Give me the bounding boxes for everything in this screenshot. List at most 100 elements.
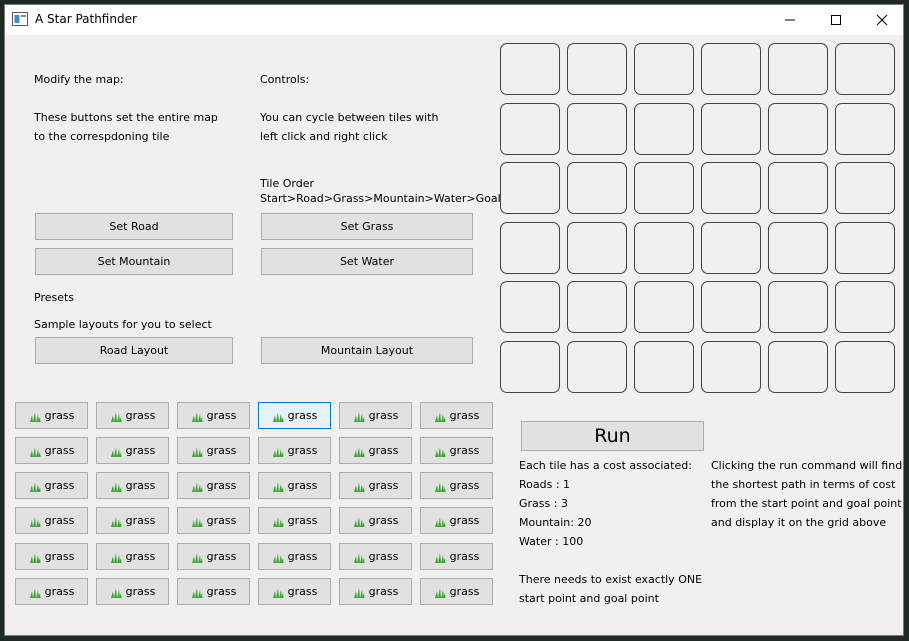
close-button[interactable] [859, 5, 905, 35]
tile-button[interactable]: grass [15, 543, 88, 570]
tile-button[interactable]: grass [15, 472, 88, 499]
path-cell [500, 103, 560, 155]
close-icon [876, 14, 888, 26]
tile-label: grass [368, 585, 399, 598]
mountain-layout-button[interactable]: Mountain Layout [261, 337, 473, 364]
tile-button[interactable]: grass [420, 578, 493, 605]
tile-button[interactable]: grass [15, 402, 88, 429]
grass-icon [353, 516, 365, 527]
minimize-button[interactable] [767, 5, 813, 35]
tile-order-label: Tile Order [260, 177, 315, 190]
tile-label: grass [125, 514, 156, 527]
tile-button[interactable]: grass [258, 507, 331, 534]
tile-button[interactable]: grass [177, 543, 250, 570]
path-cell [768, 103, 828, 155]
set-mountain-button[interactable]: Set Mountain [35, 248, 233, 275]
tile-button[interactable]: grass [339, 437, 412, 464]
tile-label: grass [125, 479, 156, 492]
path-cell [701, 341, 761, 393]
grass-icon [353, 552, 365, 563]
grass-icon [110, 446, 122, 457]
tile-label: grass [206, 444, 237, 457]
tile-button[interactable]: grass [96, 437, 169, 464]
maximize-button[interactable] [813, 5, 859, 35]
grass-icon [29, 516, 41, 527]
grass-icon [191, 516, 203, 527]
tile-button[interactable]: grass [420, 507, 493, 534]
path-cell [701, 222, 761, 274]
tile-label: grass [206, 479, 237, 492]
grass-icon [191, 587, 203, 598]
grass-icon [353, 446, 365, 457]
tile-button[interactable]: grass [15, 578, 88, 605]
tile-button[interactable]: grass [177, 437, 250, 464]
tile-button[interactable]: grass [339, 578, 412, 605]
tile-button[interactable]: grass [258, 437, 331, 464]
tile-button[interactable]: grass [420, 472, 493, 499]
tile-button[interactable]: grass [96, 507, 169, 534]
set-grass-button[interactable]: Set Grass [261, 213, 473, 240]
grass-icon [272, 552, 284, 563]
tile-button[interactable]: grass [258, 543, 331, 570]
requirement-line-1: There needs to exist exactly ONE [519, 573, 703, 586]
tile-button[interactable]: grass [258, 578, 331, 605]
set-road-button[interactable]: Set Road [35, 213, 233, 240]
grass-icon [434, 552, 446, 563]
tile-button[interactable]: grass [96, 543, 169, 570]
grass-icon [29, 552, 41, 563]
run-button[interactable]: Run [521, 421, 704, 451]
grass-icon [29, 481, 41, 492]
tile-button[interactable]: grass [339, 507, 412, 534]
tile-button[interactable]: grass [96, 472, 169, 499]
path-cell [835, 222, 895, 274]
tile-label: grass [368, 444, 399, 457]
grass-icon [29, 587, 41, 598]
path-cell [835, 341, 895, 393]
run-help-line-3: from the start point and goal point [711, 497, 902, 510]
tile-button[interactable]: grass [96, 402, 169, 429]
grass-icon [110, 516, 122, 527]
tile-button[interactable]: grass [15, 507, 88, 534]
tile-button[interactable]: grass [177, 472, 250, 499]
path-cell [500, 222, 560, 274]
cost-roads: Roads : 1 [519, 478, 571, 491]
grass-icon [272, 587, 284, 598]
path-cell [835, 103, 895, 155]
tile-button[interactable]: grass [15, 437, 88, 464]
tile-label: grass [368, 409, 399, 422]
tile-button[interactable]: grass [258, 402, 331, 429]
tile-button[interactable]: grass [258, 472, 331, 499]
tile-label: grass [287, 514, 318, 527]
tile-button[interactable]: grass [177, 402, 250, 429]
path-cell [634, 103, 694, 155]
tile-button[interactable]: grass [177, 507, 250, 534]
tile-button[interactable]: grass [339, 472, 412, 499]
tile-label: grass [287, 585, 318, 598]
tile-button[interactable]: grass [420, 543, 493, 570]
tile-button[interactable]: grass [339, 543, 412, 570]
road-layout-button[interactable]: Road Layout [35, 337, 233, 364]
path-cell [567, 341, 627, 393]
grass-icon [191, 481, 203, 492]
tile-button[interactable]: grass [420, 402, 493, 429]
tile-label: grass [125, 585, 156, 598]
path-cell [701, 43, 761, 95]
tile-label: grass [368, 550, 399, 563]
path-cell [500, 341, 560, 393]
tile-button[interactable]: grass [96, 578, 169, 605]
tile-label: grass [287, 444, 318, 457]
tile-button[interactable]: grass [339, 402, 412, 429]
grass-icon [434, 411, 446, 422]
grass-icon [191, 411, 203, 422]
grass-icon [353, 587, 365, 598]
app-icon [12, 12, 28, 26]
set-water-button[interactable]: Set Water [261, 248, 473, 275]
tile-label: grass [125, 444, 156, 457]
tile-button[interactable]: grass [177, 578, 250, 605]
tile-button[interactable]: grass [420, 437, 493, 464]
title-bar[interactable]: A Star Pathfinder [5, 5, 903, 35]
tile-label: grass [449, 444, 480, 457]
grass-icon [110, 552, 122, 563]
presets-heading: Presets [34, 291, 75, 304]
path-cell [701, 162, 761, 214]
